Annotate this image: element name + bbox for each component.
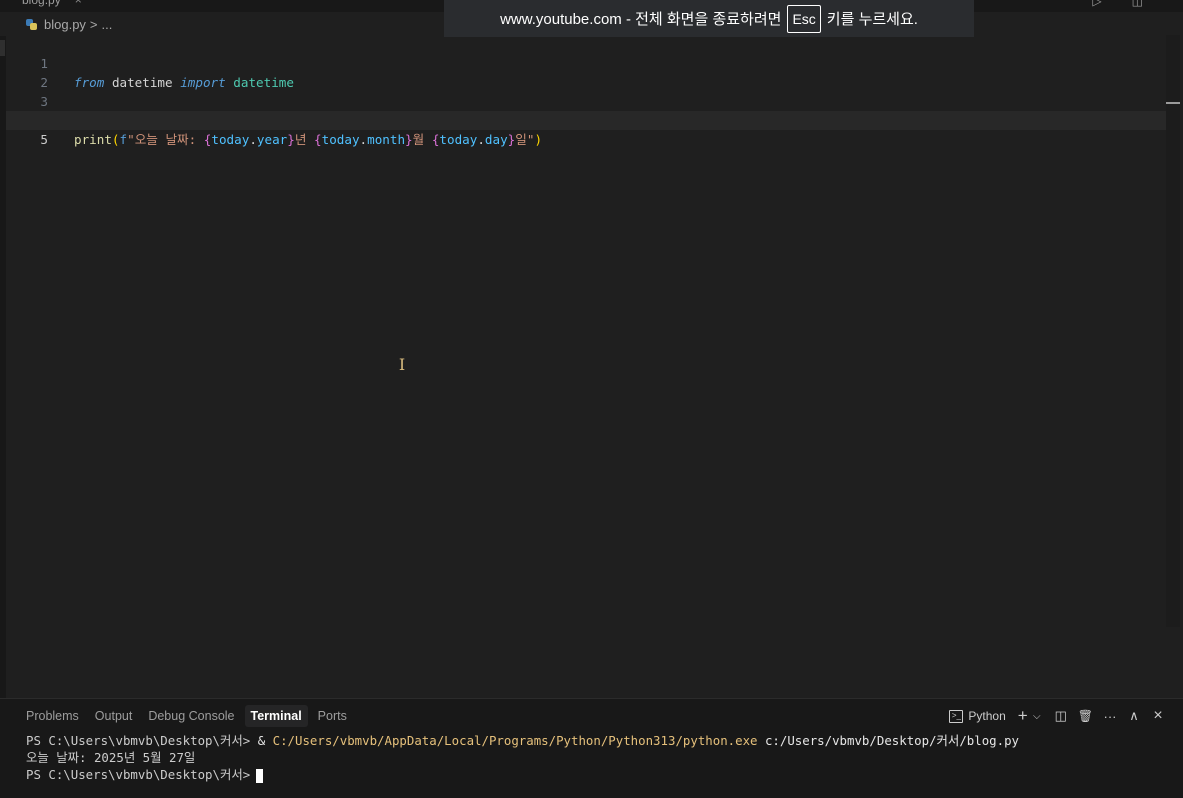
tab-blog-py[interactable]: blog.py × — [22, 0, 82, 10]
maximize-panel-icon[interactable]: ∧ — [1127, 708, 1141, 724]
tab-ports[interactable]: Ports — [312, 705, 353, 727]
ibeam-cursor-icon: I — [398, 355, 406, 374]
notice-prefix: www.youtube.com - 전체 화면을 종료하려면 — [500, 11, 782, 28]
breadcrumb-separator: > — [89, 16, 98, 32]
code-line: 3 today = datetime.now() — [6, 73, 1166, 128]
activity-indicator — [0, 40, 5, 56]
run-icon[interactable]: ▷ — [1092, 0, 1101, 8]
esc-key-badge: Esc — [787, 4, 821, 33]
terminal-line: PS C:\Users\vbmvb\Desktop\커서> — [26, 766, 1019, 783]
dot: . — [477, 132, 485, 147]
terminal-arg: c:/Users/vbmvb/Desktop/커서/blog.py — [757, 733, 1020, 748]
brace: } — [287, 132, 295, 147]
attr-month: month — [367, 132, 406, 147]
trash-icon[interactable]: 🗑 — [1078, 709, 1093, 723]
new-terminal-icon[interactable]: + — [1016, 706, 1030, 726]
terminal-ampersand: & — [257, 733, 273, 748]
terminal-prompt: PS C:\Users\vbmvb\Desktop\커서> — [26, 733, 258, 748]
string-part: 일" — [515, 132, 535, 147]
terminal-line: 오늘 날짜: 2025년 5월 27일 — [26, 749, 1019, 766]
dot: . — [359, 132, 368, 147]
variable-today: today — [321, 132, 360, 147]
brace: } — [405, 132, 413, 147]
breadcrumb: blog.py > ... — [26, 15, 112, 33]
terminal-cursor — [256, 768, 264, 783]
brace: { — [314, 132, 322, 147]
tab-output[interactable]: Output — [89, 705, 139, 727]
code-line: 1 from datetime import datetime — [6, 35, 1166, 90]
tab-problems[interactable]: Problems — [20, 705, 85, 727]
tab-close-icon[interactable]: × — [75, 0, 82, 10]
line-number: 5 — [40, 132, 48, 147]
code-line: 4 print(f"오늘 날짜: {today.year}년 {today.mo… — [6, 92, 1166, 147]
breadcrumb-more[interactable]: ... — [102, 17, 113, 32]
split-editor-icon[interactable]: ◫ — [1132, 0, 1143, 8]
paren-open: ( — [111, 132, 120, 147]
attr-year: year — [256, 132, 288, 147]
panel-tabs: Problems Output Debug Console Terminal P… — [20, 705, 353, 727]
more-actions-icon[interactable]: ··· — [1103, 709, 1117, 724]
panel-actions: >_ Python + ⌵ ◫ 🗑 ··· ∧ × — [949, 706, 1165, 726]
function-print: print — [74, 132, 112, 147]
notice-suffix: 키를 누르세요. — [826, 11, 918, 28]
close-panel-icon[interactable]: × — [1151, 707, 1165, 725]
string-part: "오늘 날짜: — [127, 132, 204, 147]
editor-scrollbar[interactable] — [1166, 35, 1180, 627]
variable-today: today — [211, 132, 250, 147]
bottom-panel: Problems Output Debug Console Terminal P… — [0, 698, 1183, 798]
code-text: print(f"오늘 날짜: {today.year}년 {today.mont… — [74, 130, 542, 149]
terminal-name: Python — [968, 709, 1006, 723]
variable-today: today — [439, 132, 478, 147]
code-line-current: 5 — [6, 111, 1166, 147]
tab-debug-console[interactable]: Debug Console — [142, 705, 240, 727]
terminal-prompt: PS C:\Users\vbmvb\Desktop\커서> — [26, 767, 251, 782]
chevron-down-icon[interactable]: ⌵ — [1030, 711, 1044, 722]
terminal-instance-python[interactable]: >_ Python — [949, 709, 1006, 723]
terminal-program-output: 오늘 날짜: 2025년 5월 27일 — [26, 750, 196, 765]
attr-day: day — [484, 132, 508, 147]
terminal-output[interactable]: PS C:\Users\vbmvb\Desktop\커서> & C:/Users… — [26, 732, 1019, 783]
tab-filename: blog.py — [22, 0, 61, 7]
terminal-icon: >_ — [949, 709, 964, 723]
dot: . — [249, 132, 257, 147]
fullscreen-exit-notice: www.youtube.com - 전체 화면을 종료하려면 Esc 키를 누르… — [444, 0, 974, 37]
string-part: 월 — [412, 132, 432, 147]
terminal-exe-path: C:/Users/vbmvb/AppData/Local/Programs/Py… — [272, 733, 758, 748]
code-editor[interactable]: 1 from datetime import datetime 2 3 toda… — [6, 35, 1166, 697]
tab-terminal[interactable]: Terminal — [244, 705, 308, 727]
code-line: 2 — [6, 54, 1166, 90]
python-file-icon — [26, 18, 37, 30]
string-part: 년 — [294, 132, 315, 147]
split-terminal-icon[interactable]: ◫ — [1054, 708, 1068, 724]
scrollbar-position-marker — [1166, 102, 1180, 104]
editor-actions: ▷ ◫ — [1092, 0, 1143, 8]
fstring-prefix: f — [119, 132, 128, 147]
terminal-line: PS C:\Users\vbmvb\Desktop\커서> & C:/Users… — [26, 732, 1019, 749]
breadcrumb-file[interactable]: blog.py — [44, 17, 86, 32]
paren-close: ) — [534, 132, 543, 147]
